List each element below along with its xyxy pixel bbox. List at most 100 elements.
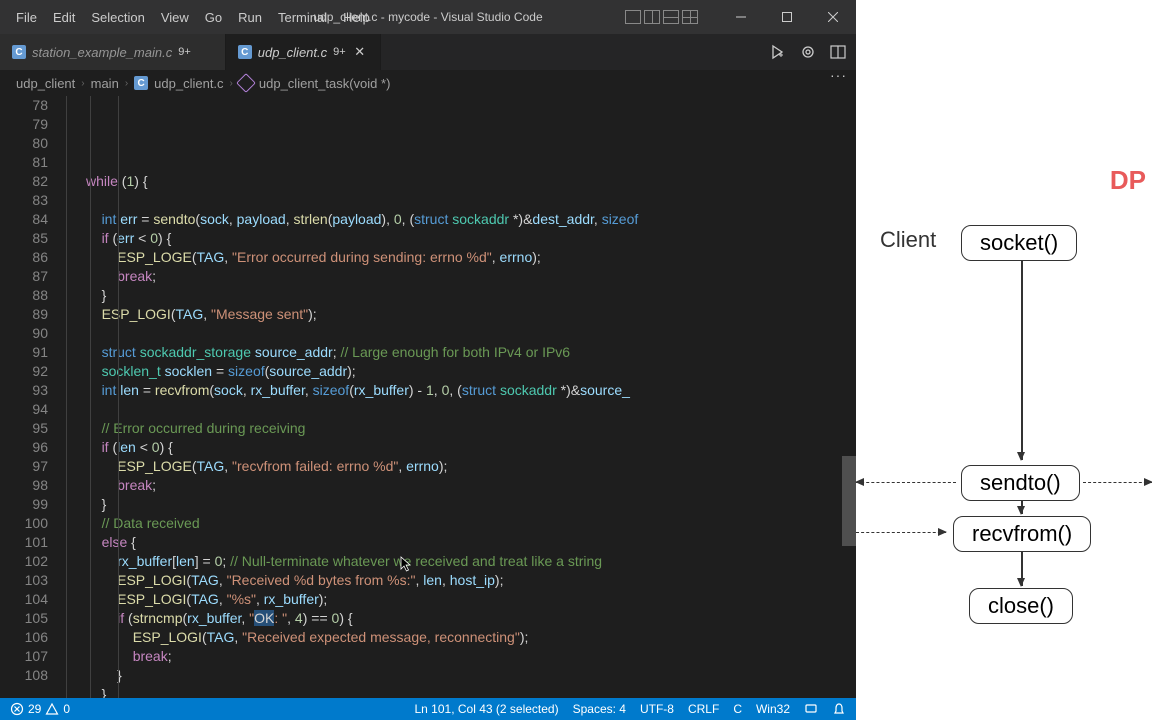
minimize-button[interactable]	[718, 0, 764, 34]
line-number: 87	[0, 267, 48, 286]
code-line[interactable]	[86, 191, 856, 210]
layout-vsplit-icon[interactable]	[663, 10, 679, 24]
code-line[interactable]: break;	[86, 267, 856, 286]
line-number: 106	[0, 628, 48, 647]
close-icon[interactable]: ✕	[352, 44, 368, 60]
scrollbar-thumb[interactable]	[842, 456, 856, 546]
line-number: 88	[0, 286, 48, 305]
code-line[interactable]: // Error occurred during receiving	[86, 419, 856, 438]
code-line[interactable]: if (len < 0) {	[86, 438, 856, 457]
breadcrumb-symbol[interactable]: udp_client_task(void *)	[259, 76, 391, 91]
code-line[interactable]: ESP_LOGE(TAG, "recvfrom failed: errno %d…	[86, 457, 856, 476]
line-number: 84	[0, 210, 48, 229]
line-number: 95	[0, 419, 48, 438]
code-line[interactable]: }	[86, 495, 856, 514]
arrow-left-icon	[856, 482, 956, 483]
code-line[interactable]: else {	[86, 533, 856, 552]
close-button[interactable]	[810, 0, 856, 34]
breadcrumb[interactable]: udp_client › main › C udp_client.c › udp…	[0, 70, 856, 96]
code-line[interactable]: rx_buffer[len] = 0; // Null-terminate wh…	[86, 552, 856, 571]
window-title: udp_client.c - mycode - Visual Studio Co…	[313, 10, 542, 24]
feedback-icon[interactable]	[804, 702, 818, 716]
eol[interactable]: CRLF	[688, 702, 719, 716]
code-line[interactable]: // Data received	[86, 514, 856, 533]
line-number: 97	[0, 457, 48, 476]
line-number: 82	[0, 172, 48, 191]
code-line[interactable]: ESP_LOGI(TAG, "Received expected message…	[86, 628, 856, 647]
recvfrom-box: recvfrom()	[953, 516, 1091, 552]
cursor-position[interactable]: Ln 101, Col 43 (2 selected)	[415, 702, 559, 716]
menu-selection[interactable]: Selection	[83, 10, 152, 25]
chevron-right-icon: ›	[125, 78, 128, 89]
socket-box: socket()	[961, 225, 1077, 261]
code-line[interactable]	[86, 324, 856, 343]
line-number: 94	[0, 400, 48, 419]
menu-go[interactable]: Go	[197, 10, 230, 25]
line-number: 92	[0, 362, 48, 381]
title-bar: FileEditSelectionViewGoRunTerminalHelp u…	[0, 0, 856, 34]
line-number: 100	[0, 514, 48, 533]
line-number: 86	[0, 248, 48, 267]
encoding[interactable]: UTF-8	[640, 702, 674, 716]
code-line[interactable]: }	[86, 286, 856, 305]
tab-label: station_example_main.c	[32, 45, 172, 60]
c-file-icon: C	[238, 45, 252, 59]
layout-single-icon[interactable]	[625, 10, 641, 24]
code-line[interactable]: socklen_t socklen = sizeof(source_addr);	[86, 362, 856, 381]
build-target[interactable]: Win32	[756, 702, 790, 716]
code-line[interactable]: int len = recvfrom(sock, rx_buffer, size…	[86, 381, 856, 400]
run-icon[interactable]	[770, 44, 786, 60]
more-actions-icon[interactable]: ···	[830, 67, 847, 83]
editor-actions	[770, 44, 846, 60]
layout-split-icon[interactable]	[644, 10, 660, 24]
line-number: 98	[0, 476, 48, 495]
line-number: 103	[0, 571, 48, 590]
layout-grid-icon[interactable]	[682, 10, 698, 24]
menu-file[interactable]: File	[8, 10, 45, 25]
breadcrumb-folder[interactable]: main	[91, 76, 119, 91]
tab-station-example-main-c[interactable]: Cstation_example_main.c9+✕	[0, 34, 226, 70]
code-line[interactable]: if (err < 0) {	[86, 229, 856, 248]
tab-udp-client-c[interactable]: Cudp_client.c 9+ ✕	[226, 34, 381, 70]
scrollbar[interactable]	[842, 96, 856, 698]
bell-icon[interactable]	[832, 702, 846, 716]
line-number: 93	[0, 381, 48, 400]
code-editor[interactable]: 7879808182838485868788899091929394959697…	[0, 96, 856, 698]
code-line[interactable]: if (strncmp(rx_buffer, "OK: ", 4) == 0) …	[86, 609, 856, 628]
status-problems[interactable]: 29 0	[10, 702, 70, 716]
sendto-box: sendto()	[961, 465, 1080, 501]
tab-label: udp_client.c	[258, 45, 327, 60]
code-line[interactable]: }	[86, 685, 856, 698]
code-line[interactable]	[86, 400, 856, 419]
code-line[interactable]: ESP_LOGI(TAG, "Message sent");	[86, 305, 856, 324]
split-editor-icon[interactable]	[830, 44, 846, 60]
language-mode[interactable]: C	[733, 702, 742, 716]
settings-gear-icon[interactable]	[800, 44, 816, 60]
code-area[interactable]: while (1) { int err = sendto(sock, paylo…	[66, 96, 856, 698]
indent-info[interactable]: Spaces: 4	[573, 702, 626, 716]
maximize-button[interactable]	[764, 0, 810, 34]
code-line[interactable]: int err = sendto(sock, payload, strlen(p…	[86, 210, 856, 229]
code-line[interactable]: struct sockaddr_storage source_addr; // …	[86, 343, 856, 362]
code-line[interactable]: ESP_LOGI(TAG, "Received %d bytes from %s…	[86, 571, 856, 590]
line-number: 85	[0, 229, 48, 248]
diagram-title: DP	[1110, 165, 1146, 196]
breadcrumb-file[interactable]: udp_client.c	[154, 76, 223, 91]
line-gutter: 7879808182838485868788899091929394959697…	[0, 96, 66, 698]
status-bar: 29 0 Ln 101, Col 43 (2 selected) Spaces:…	[0, 698, 856, 720]
code-line[interactable]: ESP_LOGI(TAG, "%s", rx_buffer);	[86, 590, 856, 609]
dirty-indicator: 9+	[333, 46, 346, 58]
code-line[interactable]: break;	[86, 647, 856, 666]
menu-edit[interactable]: Edit	[45, 10, 83, 25]
code-line[interactable]: }	[86, 666, 856, 685]
menu-run[interactable]: Run	[230, 10, 270, 25]
breadcrumb-folder[interactable]: udp_client	[16, 76, 75, 91]
menu-view[interactable]: View	[153, 10, 197, 25]
line-number: 108	[0, 666, 48, 685]
line-number: 96	[0, 438, 48, 457]
code-line[interactable]: ESP_LOGE(TAG, "Error occurred during sen…	[86, 248, 856, 267]
line-number: 89	[0, 305, 48, 324]
code-line[interactable]: while (1) {	[86, 172, 856, 191]
mouse-cursor-icon	[400, 556, 412, 574]
code-line[interactable]: break;	[86, 476, 856, 495]
